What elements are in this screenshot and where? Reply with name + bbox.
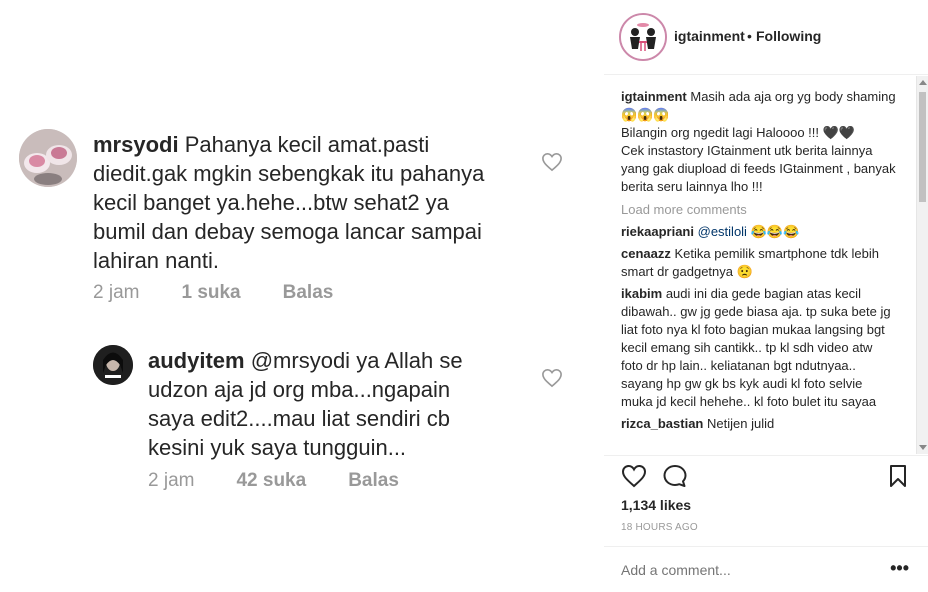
header-username[interactable]: igtainment (674, 28, 745, 44)
comment2-username: audyitem (148, 348, 245, 373)
header-separator: • (747, 28, 752, 44)
comments-list: igtainment Masih ada aja org yg body sha… (621, 88, 897, 437)
comment-username[interactable]: rizca_bastian (621, 416, 703, 431)
add-comment-input[interactable] (621, 562, 861, 578)
comment1-likes: 1 suka (181, 282, 241, 303)
comment2-line3: saya edit2....mau liat sendiri cb (148, 406, 451, 431)
comment1-line4: bumil dan debay semoga lancar sampai (93, 219, 482, 244)
cupcake-avatar-image (19, 129, 77, 187)
comment1-meta: 2 jam 1 suka Balas (93, 282, 375, 304)
list-item: rizca_bastian Netijen julid (621, 415, 897, 433)
caption-line3: Cek instastory IGtainment utk berita lai… (621, 143, 896, 194)
comment2-heart-icon (542, 368, 562, 388)
post-timestamp: 18 HOURS AGO (621, 522, 698, 533)
scroll-up-arrow-icon[interactable] (919, 80, 927, 85)
caption-username[interactable]: igtainment (621, 89, 687, 104)
comment1-line2: diedit.gak mgkin sebengkak itu pahanya (93, 161, 485, 186)
comments-section: igtainment Masih ada aja org yg body sha… (604, 76, 928, 454)
post-image[interactable]: mrsyodi Pahanya kecil amat.pasti diedit.… (0, 0, 604, 592)
comment2-likes: 42 suka (236, 470, 307, 491)
comment-icon[interactable] (662, 464, 688, 488)
comment-mention[interactable]: @estiloli (698, 224, 747, 239)
comment2-meta: 2 jam 42 suka Balas (148, 470, 441, 492)
comment2-line4: kesini yuk saya tungguin... (148, 435, 407, 460)
list-item: ikabim audi ini dia gede bagian atas kec… (621, 285, 897, 411)
comment2-line2: udzon aja jd org mba...ngapain (148, 377, 451, 402)
caption-line2: Bilangin org ngedit lagi Haloooo !!! 🖤🖤 (621, 125, 856, 140)
comment1-text: mrsyodi Pahanya kecil amat.pasti diedit.… (93, 130, 533, 275)
more-options-icon[interactable]: ••• (890, 558, 909, 579)
scroll-thumb[interactable] (919, 92, 926, 202)
comment-username[interactable]: cenaazz (621, 246, 671, 261)
comment1-username: mrsyodi (93, 132, 179, 157)
scroll-down-arrow-icon[interactable] (919, 445, 927, 450)
comment1-time: 2 jam (93, 282, 140, 303)
comment1-heart-icon (542, 152, 562, 172)
comments-scrollbar[interactable] (916, 76, 928, 454)
likes-count[interactable]: 1,134 likes (621, 497, 691, 513)
comment1-line1: Pahanya kecil amat.pasti (184, 132, 430, 157)
comment2-mention: @mrsyodi (250, 348, 351, 373)
comment2-reply: Balas (348, 470, 399, 491)
audyitem-avatar (93, 345, 133, 385)
mrsyodi-avatar (19, 129, 77, 187)
comment1-line5: lahiran nanti. (93, 248, 219, 273)
bookmark-icon[interactable] (889, 464, 907, 488)
heart-icon[interactable] (621, 464, 647, 488)
load-more-comments-button[interactable]: Load more comments (621, 201, 897, 219)
list-item: cenaazz Ketika pemilik smartphone tdk le… (621, 245, 897, 281)
following-button[interactable]: Following (756, 28, 821, 44)
audyitem-avatar-image (93, 345, 133, 385)
post-side-panel: igtainment • Following igtainment Masih … (604, 0, 928, 592)
comment1-reply: Balas (282, 282, 334, 303)
list-item: riekaapriani @estiloli 😂😂😂 (621, 223, 897, 241)
comment-text: 😂😂😂 (750, 224, 800, 239)
post-header: igtainment • Following (604, 0, 928, 75)
comment-username[interactable]: riekaapriani (621, 224, 694, 239)
comment-text: Netijen julid (707, 416, 775, 431)
comment-text: audi ini dia gede bagian atas kecil diba… (621, 286, 891, 409)
comment2-line1: ya Allah se (356, 348, 463, 373)
comment2-text: audyitem @mrsyodi ya Allah se udzon aja … (148, 346, 538, 462)
add-comment-bar: ••• (604, 546, 928, 592)
caption: igtainment Masih ada aja org yg body sha… (621, 88, 897, 196)
comment1-line3: kecil banget ya.hehe...btw sehat2 ya (93, 190, 449, 215)
comment-username[interactable]: ikabim (621, 286, 662, 301)
profile-logo-image (621, 15, 665, 59)
profile-avatar[interactable] (619, 13, 667, 61)
comment2-time: 2 jam (148, 470, 195, 491)
